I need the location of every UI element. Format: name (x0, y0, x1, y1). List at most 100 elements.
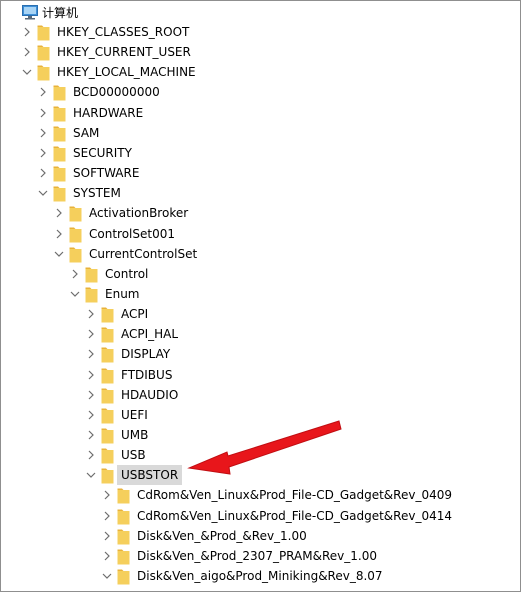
tree-item[interactable]: SAM (1, 123, 520, 143)
chevron-right-icon[interactable] (38, 148, 48, 158)
folder-icon (101, 306, 116, 323)
tree-item[interactable]: UMB (1, 425, 520, 445)
folder-icon (117, 528, 132, 545)
tree-item[interactable]: HARDWARE (1, 103, 520, 123)
tree-item[interactable]: HKEY_LOCAL_MACHINE (1, 62, 520, 82)
tree-item-label: DISPLAY (121, 347, 171, 362)
tree-item[interactable]: Disk&Ven_aigo&Prod_Miniking&Rev_8.07 (1, 566, 520, 586)
chevron-right-icon[interactable] (102, 490, 112, 500)
folder-icon (101, 387, 116, 404)
chevron-right-icon[interactable] (54, 208, 64, 218)
chevron-right-icon[interactable] (38, 87, 48, 97)
tree-item[interactable]: Enum (1, 284, 520, 304)
tree-item[interactable]: ACPI (1, 304, 520, 324)
chevron-down-icon[interactable] (86, 470, 96, 480)
tree-item[interactable]: DISPLAY (1, 344, 520, 364)
tree-item[interactable]: HKEY_CLASSES_ROOT (1, 22, 520, 42)
tree-item-label: FTDIBUS (121, 367, 173, 382)
folder-icon (101, 407, 116, 424)
tree-item[interactable]: HKEY_CURRENT_USER (1, 42, 520, 62)
tree-item[interactable]: CurrentControlSet (1, 244, 520, 264)
folder-icon (117, 568, 132, 585)
tree-item[interactable]: Disk&Ven_&Prod_2307_PRAM&Rev_1.00 (1, 546, 520, 566)
chevron-right-icon[interactable] (70, 269, 80, 279)
tree-item[interactable]: USBSTOR (1, 465, 520, 486)
tree-item[interactable]: Disk&Ven_&Prod_&Rev_1.00 (1, 526, 520, 546)
folder-icon (37, 64, 52, 81)
folder-icon (101, 367, 116, 384)
chevron-down-icon[interactable] (102, 571, 112, 581)
tree-item[interactable]: SECURITY (1, 143, 520, 163)
folder-icon (117, 508, 132, 525)
chevron-right-icon[interactable] (86, 370, 96, 380)
chevron-right-icon[interactable] (102, 531, 112, 541)
chevron-right-icon[interactable] (102, 511, 112, 521)
folder-icon (69, 205, 84, 222)
tree-item-label: SYSTEM (73, 186, 121, 201)
chevron-right-icon[interactable] (54, 229, 64, 239)
folder-icon (85, 286, 100, 303)
tree-item-label: BCD00000000 (73, 85, 160, 100)
folder-icon (53, 105, 68, 122)
tree-item[interactable]: SYSTEM (1, 183, 520, 203)
computer-icon (22, 5, 38, 22)
tree-item-label: HKEY_LOCAL_MACHINE (57, 65, 196, 80)
tree-item-label: UEFI (121, 407, 148, 422)
tree-item-label: SOFTWARE (73, 166, 140, 181)
tree-root-label: 计算机 (42, 6, 79, 20)
tree-item-label: CurrentControlSet (89, 246, 198, 261)
tree-item[interactable]: ControlSet001 (1, 224, 520, 244)
chevron-right-icon[interactable] (22, 47, 32, 57)
tree-item[interactable]: UEFI (1, 405, 520, 425)
tree-item-label: HKEY_CLASSES_ROOT (57, 25, 190, 39)
chevron-right-icon[interactable] (86, 410, 96, 420)
chevron-right-icon[interactable] (86, 390, 96, 400)
chevron-right-icon[interactable] (38, 108, 48, 118)
tree-item-label: SECURITY (73, 145, 132, 160)
chevron-down-icon[interactable] (70, 289, 80, 299)
chevron-right-icon[interactable] (86, 349, 96, 359)
chevron-right-icon[interactable] (102, 551, 112, 561)
tree-item[interactable]: CdRom&Ven_Linux&Prod_File-CD_Gadget&Rev_… (1, 506, 520, 526)
chevron-right-icon[interactable] (38, 168, 48, 178)
tree-item[interactable]: CdRom&Ven_Linux&Prod_File-CD_Gadget&Rev_… (1, 485, 520, 505)
tree-item-label: USBSTOR (117, 465, 183, 486)
tree-item[interactable]: BCD00000000 (1, 82, 520, 102)
folder-icon (37, 44, 52, 61)
chevron-right-icon[interactable] (86, 309, 96, 319)
tree-item[interactable]: FTDIBUS (1, 365, 520, 385)
folder-icon (117, 548, 132, 565)
folder-icon (117, 487, 132, 504)
chevron-right-icon[interactable] (22, 27, 32, 37)
tree-item[interactable]: USB (1, 445, 520, 465)
tree-item[interactable]: Control (1, 264, 520, 284)
folder-icon (69, 226, 84, 243)
chevron-right-icon[interactable] (38, 128, 48, 138)
folder-icon (37, 24, 52, 41)
chevron-right-icon[interactable] (86, 329, 96, 339)
folder-icon (69, 246, 84, 263)
tree-item[interactable]: ActivationBroker (1, 203, 520, 223)
tree-item-label: SAM (73, 125, 100, 140)
tree-item-label: CdRom&Ven_Linux&Prod_File-CD_Gadget&Rev_… (137, 508, 452, 523)
tree-item-label: Disk&Ven_&Prod_2307_PRAM&Rev_1.00 (137, 548, 377, 563)
folder-icon (101, 346, 116, 363)
folder-icon (101, 467, 116, 484)
chevron-right-icon[interactable] (86, 430, 96, 440)
chevron-down-icon[interactable] (54, 249, 64, 259)
tree-item-label: ACPI (121, 307, 149, 322)
tree-item-label: USB (121, 448, 146, 463)
tree-item-label: Enum (105, 286, 140, 301)
folder-icon (53, 125, 68, 142)
tree-item[interactable]: ACPI_HAL (1, 324, 520, 344)
registry-tree-panel: 计算机 HKEY_CLASSES_ROOT HKEY_CURRENT_USER HK… (0, 0, 521, 592)
tree-item[interactable]: SOFTWARE (1, 163, 520, 183)
chevron-down-icon[interactable] (22, 67, 32, 77)
tree-item-label: HARDWARE (73, 105, 144, 120)
tree-item-label: UMB (121, 428, 149, 442)
chevron-right-icon[interactable] (86, 450, 96, 460)
chevron-down-icon[interactable] (38, 188, 48, 198)
tree-item[interactable]: HDAUDIO (1, 385, 520, 405)
tree-root-computer[interactable]: 计算机 (1, 3, 520, 23)
folder-icon (101, 326, 116, 343)
